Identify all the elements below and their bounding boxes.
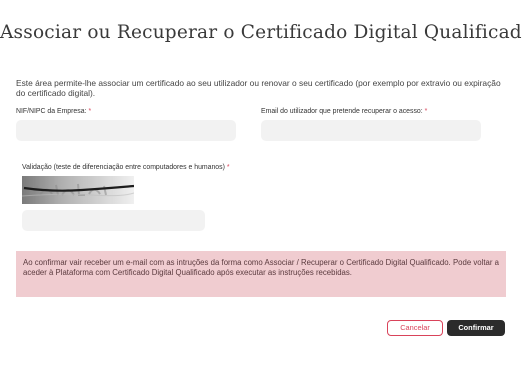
required-marker: *	[226, 164, 230, 171]
captcha-label-text: Validação (teste de diferenciação entre …	[22, 164, 225, 171]
user-email-label: Email do utilizador que pretende recuper…	[261, 108, 427, 115]
info-notice: Ao confirmar vair receber um e-mail com …	[16, 251, 506, 297]
captcha-label: Validação (teste de diferenciação entre …	[22, 164, 230, 171]
page-title: Associar ou Recuperar o Certificado Digi…	[0, 22, 522, 43]
required-marker: *	[424, 108, 428, 115]
nif-label: NIF/NIPC da Empresa: *	[16, 108, 91, 115]
nif-label-text: NIF/NIPC da Empresa:	[16, 108, 87, 115]
nif-input[interactable]	[16, 120, 236, 141]
captcha-image	[22, 176, 134, 204]
user-email-input[interactable]	[261, 120, 481, 141]
cancel-button[interactable]: Cancelar	[387, 320, 443, 336]
captcha-input[interactable]	[22, 210, 205, 231]
confirm-button[interactable]: Confirmar	[447, 320, 505, 336]
required-marker: *	[88, 108, 92, 115]
intro-text: Este área permite-lhe associar um certif…	[16, 78, 501, 98]
user-email-label-text: Email do utilizador que pretende recuper…	[261, 108, 423, 115]
